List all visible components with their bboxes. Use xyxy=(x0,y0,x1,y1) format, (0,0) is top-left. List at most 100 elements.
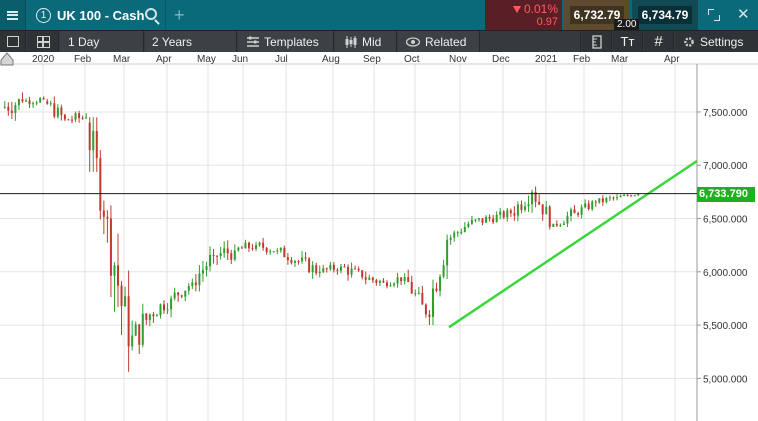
candle-body xyxy=(439,276,442,291)
candle-body xyxy=(223,248,226,254)
x-tick-label: Oct xyxy=(404,54,420,65)
candle-body xyxy=(513,213,516,216)
settings-button[interactable]: Settings xyxy=(675,31,758,53)
candle-body xyxy=(336,269,339,271)
candle-body xyxy=(180,295,183,297)
candle-body xyxy=(308,258,311,273)
candle-body xyxy=(594,201,597,203)
candle-body xyxy=(318,271,321,274)
candle-body xyxy=(559,224,562,226)
text-tool-label: Tт xyxy=(620,34,635,49)
candle-body xyxy=(71,119,74,121)
candle-body xyxy=(290,259,293,263)
candle-body xyxy=(53,103,56,117)
x-tick-label: Apr xyxy=(664,54,680,65)
x-tick-label: 2020 xyxy=(32,54,55,65)
candle-body xyxy=(516,204,519,216)
candle-body xyxy=(99,158,102,211)
y-tick-label: 5,500.000 xyxy=(703,321,748,332)
related-label: Related xyxy=(425,35,467,49)
price-type-label: Mid xyxy=(362,35,382,49)
tab-uk100[interactable]: 1 UK 100 - Cash xyxy=(28,0,166,30)
candle-body xyxy=(304,257,307,259)
layout-button[interactable] xyxy=(27,31,59,53)
candle-body xyxy=(623,194,626,196)
candle-body xyxy=(612,197,615,199)
main-menu-button[interactable] xyxy=(0,0,26,30)
candle-body xyxy=(414,293,417,295)
candle-body xyxy=(258,242,261,246)
candle-body xyxy=(467,223,470,227)
candle-body xyxy=(3,106,6,108)
candle-body xyxy=(102,210,105,217)
candle-body xyxy=(481,218,484,223)
candle-body xyxy=(272,251,275,253)
range-selector[interactable]: 2 Years xyxy=(145,31,237,53)
panel-toggle-button[interactable] xyxy=(0,31,26,53)
candle-body xyxy=(166,309,169,311)
candle-body xyxy=(10,110,13,113)
candle-body xyxy=(385,282,388,287)
candle-body xyxy=(502,211,505,218)
candle-body xyxy=(368,277,371,280)
search-icon[interactable] xyxy=(145,8,157,20)
candle-body xyxy=(17,99,20,106)
candle-body xyxy=(92,130,95,151)
change-percent: 0.01% xyxy=(523,2,558,16)
x-tick-label: Feb xyxy=(74,54,92,65)
candle-body xyxy=(127,296,130,347)
hamburger-icon xyxy=(7,10,18,20)
add-tab-button[interactable]: + xyxy=(174,5,185,26)
grid-toggle-button[interactable]: # xyxy=(644,31,674,53)
candle-body xyxy=(569,209,572,216)
candle-body xyxy=(463,226,466,232)
candle-body xyxy=(453,232,456,238)
buy-price: 6,734.79 xyxy=(637,6,693,24)
related-button[interactable]: Related xyxy=(398,31,480,53)
interval-selector[interactable]: 1 Day xyxy=(60,31,144,53)
panel-icon xyxy=(7,36,19,47)
candle-body xyxy=(477,218,480,220)
ruler-icon xyxy=(592,35,602,49)
candle-body xyxy=(509,210,512,214)
chart-canvas[interactable]: 2020 Feb Mar Apr May Jun Jul Aug Sep Oct Nov Dec 202… xyxy=(0,52,758,421)
x-tick-label: Mar xyxy=(611,54,629,65)
candle-body xyxy=(520,204,523,210)
close-icon[interactable]: ✕ xyxy=(737,7,750,22)
price-chart[interactable]: 2020 Feb Mar Apr May Jun Jul Aug Sep Oct Nov Dec 202… xyxy=(0,52,758,421)
candle-body xyxy=(332,264,335,270)
candle-body xyxy=(152,314,155,317)
candle-body xyxy=(339,266,342,271)
price-type-selector[interactable]: Mid xyxy=(335,31,397,53)
candle-body xyxy=(315,265,318,274)
drawing-tools-button[interactable] xyxy=(582,31,612,53)
candle-body xyxy=(191,282,194,287)
candle-body xyxy=(410,281,413,294)
text-tool-button[interactable]: Tт xyxy=(613,31,643,53)
candle-body xyxy=(364,277,367,280)
candle-body xyxy=(417,292,420,294)
x-tick-label: Mar xyxy=(113,54,131,65)
candle-body xyxy=(548,206,551,227)
candle-body xyxy=(633,195,636,197)
candle-body xyxy=(371,277,374,281)
candle-body xyxy=(562,223,565,225)
candle-body xyxy=(626,194,629,196)
candle-body xyxy=(117,265,120,286)
x-tick-label: Jul xyxy=(275,54,288,65)
candle-body xyxy=(382,280,385,283)
buy-button[interactable]: 6,734.79 xyxy=(632,0,698,30)
candle-body xyxy=(120,285,123,307)
expand-icon[interactable] xyxy=(708,9,721,21)
candle-body xyxy=(145,313,148,320)
candle-body xyxy=(212,254,215,256)
candle-body xyxy=(474,219,477,221)
candle-body xyxy=(244,242,247,249)
candle-body xyxy=(538,201,541,205)
candle-body xyxy=(343,266,346,268)
templates-button[interactable]: Templates xyxy=(238,31,334,53)
candle-body xyxy=(541,204,544,215)
scroll-marker-icon[interactable] xyxy=(0,52,14,66)
candle-body xyxy=(424,304,427,315)
candle-body xyxy=(506,210,509,218)
